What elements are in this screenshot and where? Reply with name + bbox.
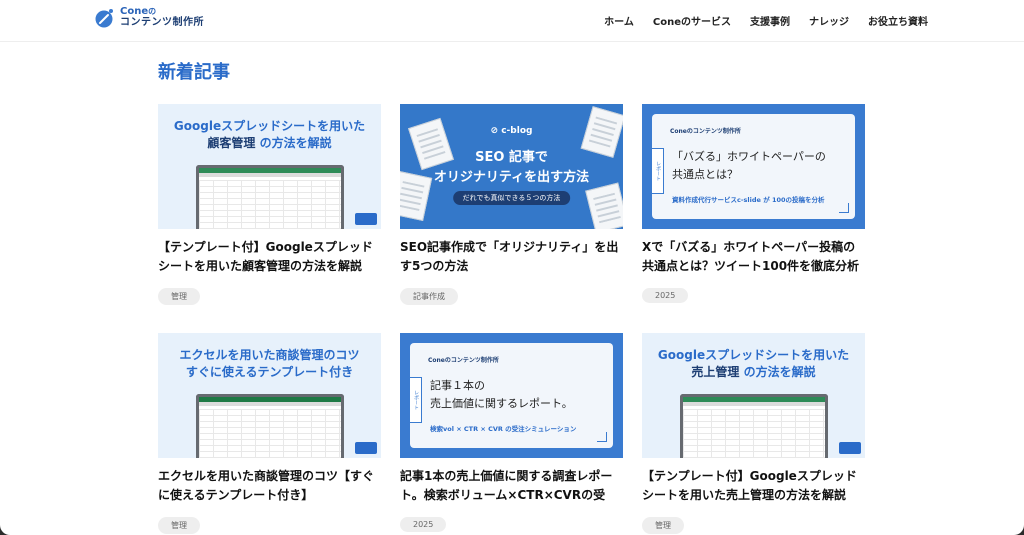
brand-badge-icon (355, 213, 377, 225)
nav-services[interactable]: Coneのサービス (653, 13, 731, 28)
thumb-brand: ⊘ c-blog (490, 126, 533, 136)
brand-badge-icon (355, 442, 377, 454)
article-card[interactable]: Googleスプレッドシートを用いた 顧客管理 の方法を解説 【テンプレート付】… (158, 104, 381, 305)
article-card[interactable]: ⊘ c-blog SEO 記事で オリジナリティを出す方法 だれでも真似できる５つ… (400, 104, 623, 305)
thumb-side-label: レポート (652, 148, 664, 194)
thumb-frame: Coneのコンテンツ制作所 レポート 記事１本の 売上価値に関するレポート。 検索… (410, 343, 613, 448)
thumb-headline-2: 売上管理 の方法を解説 (691, 365, 816, 379)
logo-top: Coneの (120, 6, 157, 17)
main-nav: ホーム Coneのサービス 支援事例 ナレッジ お役立ち資料 (604, 13, 928, 28)
article-thumbnail[interactable]: Coneのコンテンツ制作所 レポート 「バズる」ホワイトペーパーの 共通点とは？ … (642, 104, 865, 229)
thumb-headline-2: すぐに使えるテンプレート付き (185, 365, 354, 379)
site-logo[interactable]: Coneの コンテンツ制作所 (94, 6, 204, 28)
nav-resources[interactable]: お役立ち資料 (868, 13, 928, 28)
article-title[interactable]: 【テンプレート付】Googleスプレッドシートを用いた売上管理の方法を解説 (642, 467, 865, 505)
corner-mark-icon (597, 432, 607, 442)
nav-knowledge[interactable]: ナレッジ (809, 13, 849, 28)
cone-logo-icon (94, 8, 114, 28)
thumb-logo: Coneのコンテンツ制作所 (428, 357, 499, 364)
thumb-subline: 資料作成代行サービスc-slide が 100の投稿を分析 (672, 196, 825, 204)
article-thumbnail[interactable]: エクセルを用いた商談管理のコツ すぐに使えるテンプレート付き (158, 333, 381, 458)
article-title[interactable]: 記事1本の売上価値に関する調査レポート。検索ボリューム×CTR×CVRの受注… (400, 467, 623, 505)
spreadsheet-illustration (196, 394, 344, 458)
article-tag[interactable]: 2025 (642, 288, 689, 303)
article-title[interactable]: SEO記事作成で「オリジナリティ」を出す5つの方法 (400, 238, 623, 276)
spreadsheet-illustration (680, 394, 828, 458)
brand-badge-icon (839, 442, 861, 454)
article-thumbnail[interactable]: Googleスプレッドシートを用いた 売上管理 の方法を解説 (642, 333, 865, 458)
article-card[interactable]: Coneのコンテンツ制作所 レポート 「バズる」ホワイトペーパーの 共通点とは？ … (642, 104, 865, 303)
site-header: Coneの コンテンツ制作所 ホーム Coneのサービス 支援事例 ナレッジ お… (0, 0, 1024, 42)
thumb-headline-1: Googleスプレッドシートを用いた (657, 348, 850, 362)
article-tag[interactable]: 管理 (158, 288, 200, 305)
thumb-headline-2: 顧客管理 の方法を解説 (207, 136, 332, 150)
logo-text: Coneの コンテンツ制作所 (120, 6, 204, 28)
article-card[interactable]: エクセルを用いた商談管理のコツ すぐに使えるテンプレート付き エクセルを用いた商… (158, 333, 381, 534)
thumb-headline: 記事１本の 売上価値に関するレポート。 (430, 379, 573, 410)
thumb-pill: だれでも真似できる５つの方法 (452, 191, 571, 205)
spreadsheet-illustration (196, 165, 344, 229)
browser-window: Coneの コンテンツ制作所 ホーム Coneのサービス 支援事例 ナレッジ お… (0, 0, 1024, 535)
article-tag[interactable]: 2025 (400, 517, 447, 532)
thumb-headline-1: Googleスプレッドシートを用いた (173, 119, 366, 133)
article-tag[interactable]: 管理 (158, 517, 200, 534)
logo-bottom: コンテンツ制作所 (120, 16, 204, 28)
section-title: 新着記事 (158, 62, 230, 83)
thumb-frame: Coneのコンテンツ制作所 レポート 「バズる」ホワイトペーパーの 共通点とは？ … (652, 114, 855, 219)
article-title[interactable]: エクセルを用いた商談管理のコツ【すぐに使えるテンプレート付き】 (158, 467, 381, 505)
thumb-side-label: レポート (410, 377, 422, 423)
thumb-subline: 検索vol × CTR × CVR の受注シミュレーション (430, 425, 577, 433)
article-card[interactable]: Coneのコンテンツ制作所 レポート 記事１本の 売上価値に関するレポート。 検索… (400, 333, 623, 532)
article-thumbnail[interactable]: Googleスプレッドシートを用いた 顧客管理 の方法を解説 (158, 104, 381, 229)
article-tag[interactable]: 記事作成 (400, 288, 458, 305)
nav-home[interactable]: ホーム (604, 13, 634, 28)
thumb-headline-1: エクセルを用いた商談管理のコツ (179, 348, 360, 362)
corner-mark-icon (839, 203, 849, 213)
article-tag[interactable]: 管理 (642, 517, 684, 534)
article-title[interactable]: 【テンプレート付】Googleスプレッドシートを用いた顧客管理の方法を解説 (158, 238, 381, 276)
nav-case-studies[interactable]: 支援事例 (750, 13, 790, 28)
article-thumbnail[interactable]: Coneのコンテンツ制作所 レポート 記事１本の 売上価値に関するレポート。 検索… (400, 333, 623, 458)
article-thumbnail[interactable]: ⊘ c-blog SEO 記事で オリジナリティを出す方法 だれでも真似できる５つ… (400, 104, 623, 229)
thumb-headline: SEO 記事で オリジナリティを出す方法 (433, 150, 590, 185)
document-icon (585, 182, 623, 229)
article-card[interactable]: Googleスプレッドシートを用いた 売上管理 の方法を解説 【テンプレート付】… (642, 333, 865, 534)
article-title[interactable]: Xで「バズる」ホワイトペーパー投稿の共通点とは？ツイート100件を徹底分析 (642, 238, 865, 276)
thumb-headline: 「バズる」ホワイトペーパーの 共通点とは？ (672, 150, 826, 181)
thumb-logo: Coneのコンテンツ制作所 (670, 128, 741, 135)
